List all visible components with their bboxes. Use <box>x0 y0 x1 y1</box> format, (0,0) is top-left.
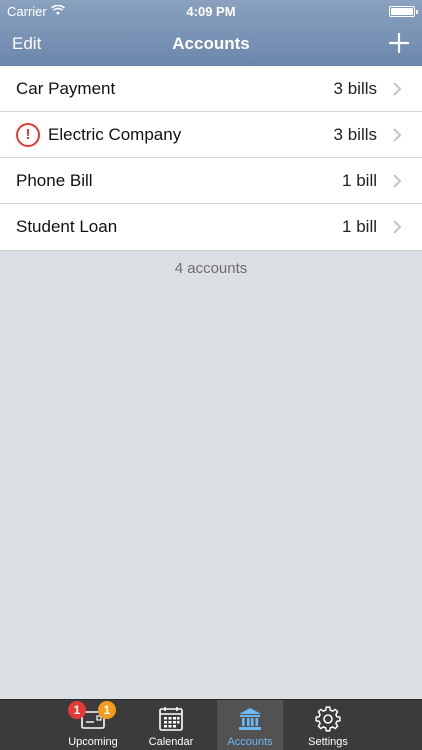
plus-icon[interactable] <box>388 32 410 54</box>
calendar-icon <box>138 706 204 732</box>
tab-label: Upcoming <box>68 736 118 748</box>
tab-upcoming[interactable]: 1 1 Upcoming <box>60 700 126 750</box>
status-bar: Carrier 4:09 PM <box>0 0 422 22</box>
upcoming-badge-orange: 1 <box>98 701 116 719</box>
tab-label: Accounts <box>227 736 273 748</box>
account-name: Car Payment <box>16 79 116 98</box>
account-name: Student Loan <box>16 217 118 236</box>
accounts-screen: Carrier 4:09 PM Edit Accounts Car Paymen… <box>0 0 422 750</box>
upcoming-icon: 1 1 <box>60 701 126 732</box>
account-row-electric-company[interactable]: ! Electric Company 3 bills <box>0 112 422 158</box>
bill-count: 3 bills <box>333 79 377 98</box>
account-list: Car Payment 3 bills ! Electric Company 3… <box>0 66 422 251</box>
tab-accounts[interactable]: Accounts <box>217 700 283 750</box>
chevron-right-icon <box>393 174 402 188</box>
nav-bar: Edit Accounts <box>0 22 422 66</box>
page-title: Accounts <box>172 34 250 53</box>
tab-label: Settings <box>308 736 348 748</box>
bank-icon <box>217 706 283 732</box>
gear-icon <box>295 706 361 732</box>
chevron-right-icon <box>393 220 402 234</box>
tab-bar: 1 1 Upcoming Calendar Accounts Settings <box>0 699 422 750</box>
account-row-phone-bill[interactable]: Phone Bill 1 bill <box>0 158 422 204</box>
tab-calendar[interactable]: Calendar <box>138 700 204 750</box>
upcoming-badge-red: 1 <box>68 701 86 719</box>
bill-count: 3 bills <box>333 125 377 144</box>
tab-settings[interactable]: Settings <box>295 700 361 750</box>
bill-count: 1 bill <box>342 217 377 236</box>
alert-icon: ! <box>16 123 40 147</box>
header: Carrier 4:09 PM Edit Accounts <box>0 0 422 66</box>
tab-label: Calendar <box>148 736 194 748</box>
bill-count: 1 bill <box>342 171 377 190</box>
account-name: Electric Company <box>48 125 182 144</box>
account-count-label: 4 accounts <box>174 260 248 277</box>
account-row-car-payment[interactable]: Car Payment 3 bills <box>0 66 422 112</box>
chevron-right-icon <box>393 82 402 96</box>
account-row-student-loan[interactable]: Student Loan 1 bill <box>0 204 422 250</box>
battery-icon <box>389 6 418 17</box>
status-time: 4:09 PM <box>186 4 236 19</box>
account-name: Phone Bill <box>16 171 93 190</box>
chevron-right-icon <box>393 128 402 142</box>
